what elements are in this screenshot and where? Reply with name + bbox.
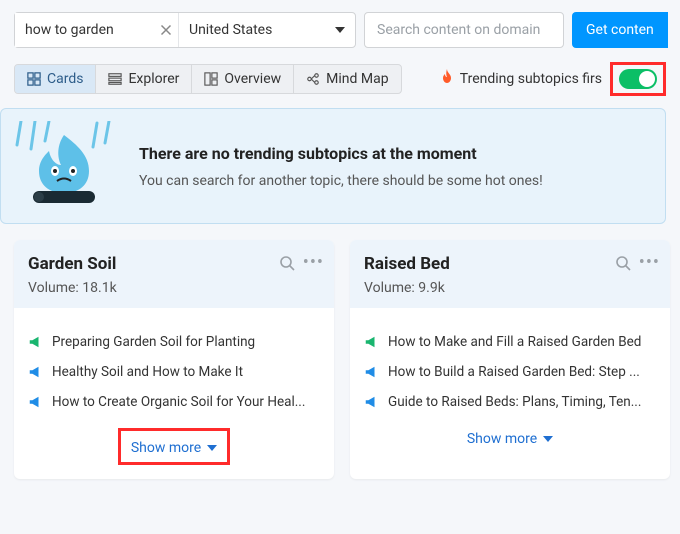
card-list: How to Make and Fill a Raised Garden Bed… (350, 308, 670, 418)
domain-search-input[interactable] (364, 12, 564, 48)
mindmap-icon (306, 72, 320, 86)
view-tabs: Cards Explorer Overview Mind Map (14, 64, 402, 94)
megaphone-icon (28, 395, 42, 409)
tab-explorer[interactable]: Explorer (96, 65, 192, 93)
card-header: Raised Bed Volume: 9.9k ••• (350, 240, 670, 308)
headline-item[interactable]: How to Make and Fill a Raised Garden Bed (364, 334, 656, 350)
card-actions: ••• (615, 254, 660, 272)
cards-icon (27, 72, 41, 86)
card-title: Raised Bed (364, 254, 656, 274)
show-more-link[interactable]: Show more (131, 440, 217, 456)
overview-icon (204, 72, 218, 86)
explorer-icon (108, 72, 122, 86)
trending-toggle-label: Trending subtopics firs (440, 69, 602, 89)
megaphone-icon (28, 365, 42, 379)
trending-toggle[interactable] (619, 69, 657, 89)
topic-country-group: United States (14, 12, 356, 48)
view-tabs-row: Cards Explorer Overview Mind Map Trendin… (0, 58, 680, 108)
show-more-highlight: Show more (118, 428, 230, 465)
megaphone-icon (364, 395, 378, 409)
headline-text: Preparing Garden Soil for Planting (52, 334, 255, 350)
headline-text: Guide to Raised Beds: Plans, Timing, Ten… (388, 394, 641, 410)
search-icon[interactable] (615, 255, 631, 271)
chevron-down-icon (543, 436, 553, 442)
headline-text: How to Create Organic Soil for Your Heal… (52, 394, 305, 410)
no-trending-banner: There are no trending subtopics at the m… (0, 108, 666, 224)
sad-fire-illustration (9, 121, 119, 211)
close-icon (160, 24, 172, 36)
card-volume: Volume: 18.1k (28, 280, 320, 296)
show-more-text: Show more (467, 431, 537, 447)
tab-cards[interactable]: Cards (15, 65, 96, 93)
empty-subtitle: You can search for another topic, there … (139, 173, 543, 189)
chevron-down-icon (207, 445, 217, 451)
card-list: Preparing Garden Soil for Planting Health… (14, 308, 334, 418)
empty-title: There are no trending subtopics at the m… (139, 144, 543, 163)
headline-text: How to Make and Fill a Raised Garden Bed (388, 334, 641, 350)
subtopic-card: Garden Soil Volume: 18.1k ••• Preparing … (14, 240, 334, 479)
tab-label: Mind Map (326, 71, 388, 87)
tab-label: Overview (224, 71, 281, 87)
headline-item[interactable]: Healthy Soil and How to Make It (28, 364, 320, 380)
card-volume: Volume: 9.9k (364, 280, 656, 296)
show-more-wrap: Show more (350, 418, 670, 461)
headline-item[interactable]: Guide to Raised Beds: Plans, Timing, Ten… (364, 394, 656, 410)
megaphone-icon (28, 335, 42, 349)
tab-overview[interactable]: Overview (192, 65, 294, 93)
card-actions: ••• (279, 254, 324, 272)
flame-icon (440, 69, 454, 89)
topic-input[interactable] (15, 13, 153, 47)
megaphone-icon (364, 335, 378, 349)
country-select[interactable]: United States (179, 22, 355, 38)
more-icon[interactable]: ••• (639, 254, 660, 272)
tab-label: Explorer (128, 71, 179, 87)
tab-label: Cards (47, 71, 83, 87)
headline-item[interactable]: How to Build a Raised Garden Bed: Step .… (364, 364, 656, 380)
show-more-wrap: Show more (14, 418, 334, 479)
trending-toggle-text: Trending subtopics firs (460, 71, 602, 87)
show-more-link[interactable]: Show more (467, 431, 553, 447)
clear-topic-button[interactable] (153, 13, 179, 47)
more-icon[interactable]: ••• (303, 254, 324, 272)
card-header: Garden Soil Volume: 18.1k ••• (14, 240, 334, 308)
empty-text: There are no trending subtopics at the m… (139, 144, 543, 189)
search-bar: United States Get conten (0, 0, 680, 58)
search-icon[interactable] (279, 255, 295, 271)
get-content-button[interactable]: Get conten (572, 12, 668, 48)
subtopic-card: Raised Bed Volume: 9.9k ••• How to Make … (350, 240, 670, 479)
megaphone-icon (364, 365, 378, 379)
toggle-highlight-box (610, 62, 666, 96)
subtopic-cards: Garden Soil Volume: 18.1k ••• Preparing … (0, 240, 680, 479)
show-more-text: Show more (131, 440, 201, 456)
headline-item[interactable]: Preparing Garden Soil for Planting (28, 334, 320, 350)
card-title: Garden Soil (28, 254, 320, 274)
headline-text: Healthy Soil and How to Make It (52, 364, 243, 380)
country-select-wrap: United States (179, 13, 355, 47)
tab-mindmap[interactable]: Mind Map (294, 65, 400, 93)
headline-item[interactable]: How to Create Organic Soil for Your Heal… (28, 394, 320, 410)
headline-text: How to Build a Raised Garden Bed: Step .… (388, 364, 640, 380)
